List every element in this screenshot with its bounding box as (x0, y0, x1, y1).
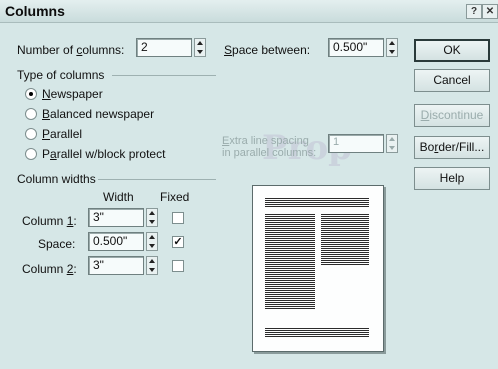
fixed-column-header: Fixed (160, 190, 190, 204)
space-width-input[interactable]: 0.500" (88, 232, 144, 251)
extra-spacing-input[interactable]: 1 (328, 134, 384, 153)
discontinue-button[interactable]: Discontinue (414, 104, 490, 127)
column-1-label: Column 1: (22, 214, 77, 228)
num-columns-input[interactable]: 2 (136, 38, 192, 57)
ok-button[interactable]: OK (414, 39, 490, 62)
column-2-fixed-checkbox[interactable] (172, 260, 184, 272)
title-bar: Columns ? ✕ (0, 0, 498, 23)
space-fixed-checkbox[interactable]: ✓ (172, 236, 184, 248)
help-icon[interactable]: ? (466, 4, 482, 19)
column-1-width-spinner[interactable] (146, 208, 158, 227)
preview-header-lines (265, 198, 369, 207)
parallel-radio[interactable] (25, 128, 37, 140)
space-width-spinner[interactable] (146, 232, 158, 251)
parallel-label: Parallel (42, 127, 83, 141)
column-1-fixed-checkbox[interactable] (172, 212, 184, 224)
column-preview (252, 185, 384, 352)
column-2-width-spinner[interactable] (146, 256, 158, 275)
column-widths-heading: Column widths (17, 172, 96, 186)
space-between-label: Space between: (224, 43, 311, 57)
close-icon[interactable]: ✕ (482, 4, 498, 19)
newspaper-radio[interactable] (25, 88, 37, 100)
parallel-block-protect-label: Parallel w/block protect (42, 147, 166, 161)
space-between-spinner[interactable] (386, 38, 398, 57)
space-between-input[interactable]: 0.500" (328, 38, 384, 57)
columns-dialog: Columns ? ✕ Prop Number of columns: 2 Sp… (0, 0, 498, 369)
column-2-width-input[interactable]: 3" (88, 256, 144, 275)
extra-spacing-label: Extra line spacing in parallel columns: (222, 135, 317, 159)
group-divider (112, 75, 216, 76)
group-divider (98, 179, 216, 180)
column-2-label: Column 2: (22, 262, 77, 276)
parallel-block-protect-radio[interactable] (25, 148, 37, 160)
num-columns-label: Number of columns: (17, 43, 125, 57)
width-column-header: Width (103, 190, 134, 204)
border-fill-button[interactable]: Border/Fill... (414, 136, 490, 159)
preview-column-2 (321, 214, 369, 266)
type-of-columns-heading: Type of columns (17, 68, 105, 82)
newspaper-label: Newspaper (42, 87, 103, 101)
preview-column-1 (265, 214, 315, 310)
column-1-width-input[interactable]: 3" (88, 208, 144, 227)
space-label: Space: (38, 237, 76, 251)
balanced-newspaper-label: Balanced newspaper (42, 107, 155, 121)
help-button[interactable]: Help (414, 167, 490, 190)
preview-footer-lines (265, 328, 369, 337)
cancel-button[interactable]: Cancel (414, 69, 490, 92)
balanced-newspaper-radio[interactable] (25, 108, 37, 120)
extra-spacing-spinner[interactable] (386, 134, 398, 153)
num-columns-spinner[interactable] (194, 38, 206, 57)
dialog-title: Columns (5, 3, 65, 19)
